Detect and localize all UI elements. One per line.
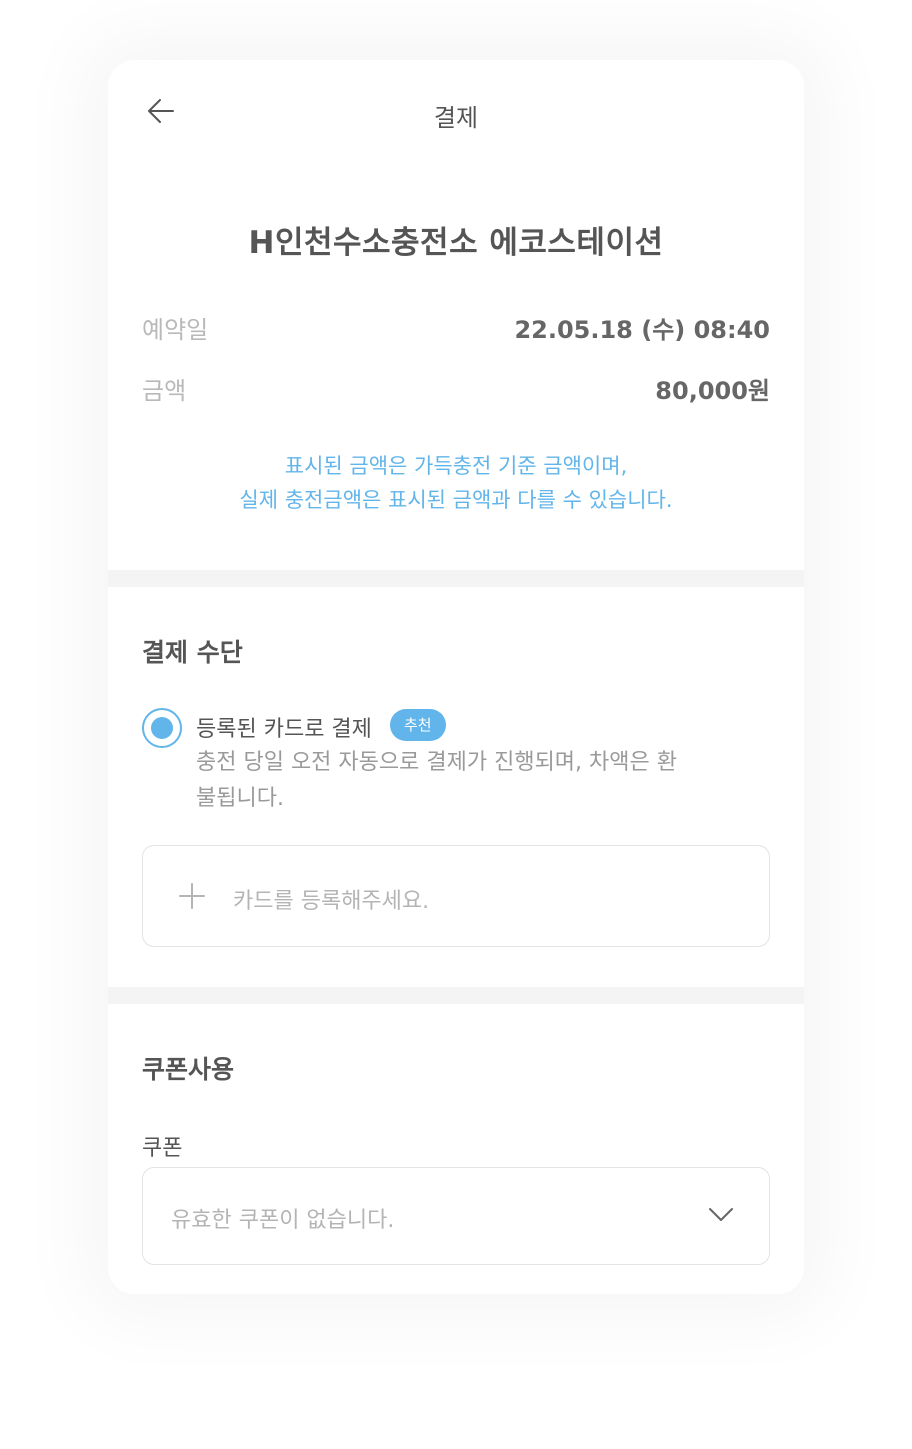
coupon-card: 쿠폰사용 쿠폰 유효한 쿠폰이 없습니다.	[108, 1004, 804, 1294]
page-title: 결제	[433, 104, 479, 132]
reservation-summary-card: 결제 H인천수소충전소 에코스테이션 예약일 22.05.18 (수) 08:4…	[108, 60, 804, 570]
amount-notice: 표시된 금액은 가득충전 기준 금액이며, 실제 충전금액은 표시된 금액과 다…	[108, 449, 804, 517]
coupon-field-label: 쿠폰	[142, 1136, 183, 1161]
amount-value: 80,000원	[655, 377, 770, 405]
add-card-label: 카드를 등록해주세요.	[233, 889, 430, 914]
coupon-section-title: 쿠폰사용	[142, 1055, 235, 1084]
recommended-badge: 추천	[390, 709, 446, 741]
amount-label: 금액	[142, 377, 187, 405]
amount-notice-line-2: 실제 충전금액은 표시된 금액과 다를 수 있습니다.	[239, 488, 673, 512]
registered-card-option-description: 충전 당일 오전 자동으로 결제가 진행되며, 차액은 환불됩니다.	[196, 750, 677, 811]
plus-icon	[179, 883, 205, 909]
amount-notice-line-1: 표시된 금액은 가득충전 기준 금액이며,	[284, 454, 628, 478]
chevron-down-icon	[707, 1204, 735, 1224]
coupon-select-value: 유효한 쿠폰이 없습니다.	[171, 1208, 395, 1233]
registered-card-radio[interactable]	[142, 708, 182, 748]
coupon-select[interactable]: 유효한 쿠폰이 없습니다.	[142, 1167, 770, 1265]
payment-method-title: 결제 수단	[142, 638, 243, 667]
payment-screen: 결제 H인천수소충전소 에코스테이션 예약일 22.05.18 (수) 08:4…	[108, 60, 804, 1294]
registered-card-option-label[interactable]: 등록된 카드로 결제	[196, 711, 372, 743]
reservation-date-label: 예약일	[142, 316, 209, 344]
radio-selected-dot	[151, 717, 173, 739]
station-name: H인천수소충전소 에코스테이션	[248, 225, 664, 261]
add-card-button[interactable]: 카드를 등록해주세요.	[142, 845, 770, 947]
payment-method-card: 결제 수단 등록된 카드로 결제 추천 충전 당일 오전 자동으로 결제가 진행…	[108, 587, 804, 987]
reservation-date-value: 22.05.18 (수) 08:40	[514, 316, 770, 344]
